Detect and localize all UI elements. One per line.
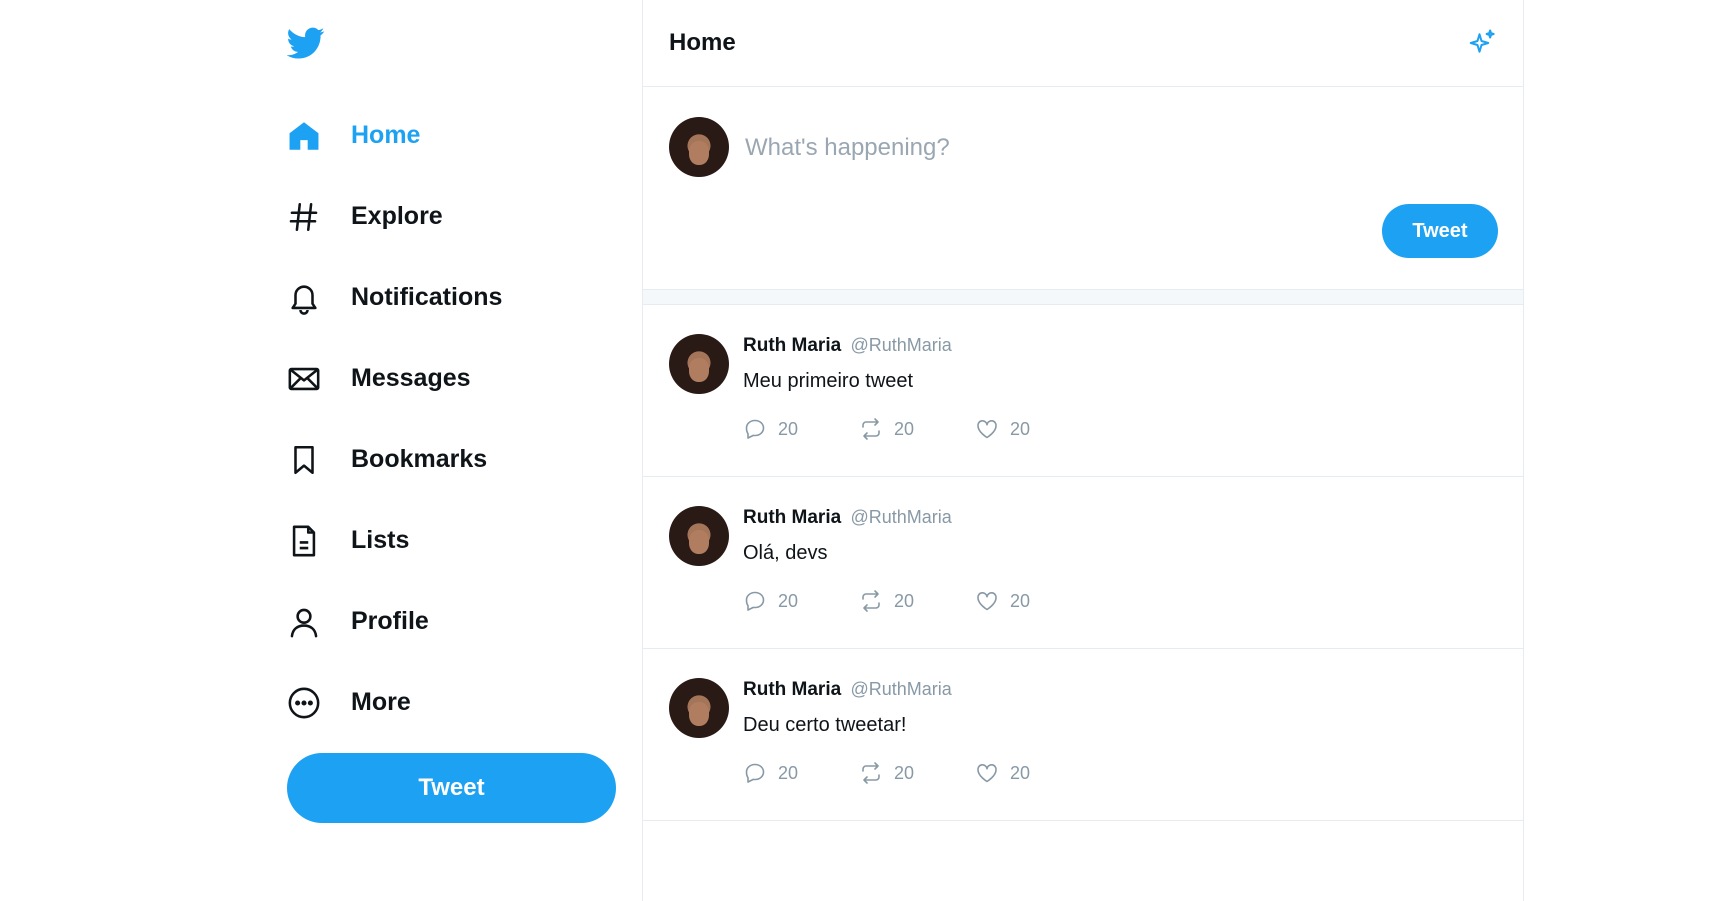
sidebar-item-label: Lists <box>351 526 410 554</box>
retweet-icon <box>862 590 880 612</box>
sidebar-item-label: Messages <box>351 364 471 392</box>
reply-icon <box>745 591 765 611</box>
reply-button[interactable]: 20 <box>743 589 859 613</box>
retweet-button[interactable]: 20 <box>859 589 975 613</box>
avatar[interactable] <box>669 334 729 394</box>
avatar[interactable] <box>669 506 729 566</box>
sidebar-item-label: Bookmarks <box>351 445 488 473</box>
sidebar-item-bookmarks[interactable]: Bookmarks <box>287 419 617 500</box>
reply-icon <box>745 419 765 439</box>
tweet-text: Olá, devs <box>743 542 828 564</box>
tweet-item[interactable]: Ruth Maria @RuthMaria Meu primeiro tweet… <box>643 305 1523 477</box>
reply-icon <box>745 763 765 783</box>
tweet-actions: 20 20 20 <box>743 417 1091 441</box>
reply-button[interactable]: 20 <box>743 761 859 785</box>
reply-count: 20 <box>778 418 799 439</box>
reply-count: 20 <box>778 590 799 611</box>
sidebar-item-label: Home <box>351 121 421 149</box>
sidebar-tweet-button[interactable]: Tweet <box>287 753 616 823</box>
like-button[interactable]: 20 <box>975 417 1091 441</box>
sidebar-item-home[interactable]: Home <box>287 95 617 176</box>
like-count: 20 <box>1010 590 1031 611</box>
page-title: Home <box>669 29 736 56</box>
like-button[interactable]: 20 <box>975 589 1091 613</box>
user-icon <box>287 605 321 639</box>
sidebar-item-notifications[interactable]: Notifications <box>287 257 617 338</box>
like-count: 20 <box>1010 762 1031 783</box>
retweet-button[interactable]: 20 <box>859 417 975 441</box>
retweet-count: 20 <box>894 590 915 611</box>
tweet-author-name[interactable]: Ruth Maria <box>743 507 841 528</box>
sidebar-item-lists[interactable]: Lists <box>287 500 617 581</box>
tweet-list: Ruth Maria @RuthMaria Meu primeiro tweet… <box>643 305 1523 821</box>
section-divider <box>643 289 1523 305</box>
timeline: Home Tweet Ruth Maria @RuthMaria Meu pri… <box>642 0 1524 901</box>
retweet-count: 20 <box>894 418 915 439</box>
tweet-author-handle[interactable]: @RuthMaria <box>850 679 951 699</box>
reply-count: 20 <box>778 762 799 783</box>
heart-icon <box>977 764 997 783</box>
sidebar: Home Explore Notifications Messages Book… <box>286 0 617 901</box>
retweet-icon <box>862 418 880 440</box>
list-document-icon <box>287 524 321 558</box>
main-nav: Home Explore Notifications Messages Book… <box>287 95 617 743</box>
tweet-author-handle[interactable]: @RuthMaria <box>850 507 951 527</box>
hashtag-icon <box>287 200 321 234</box>
tweet-author-name[interactable]: Ruth Maria <box>743 335 841 356</box>
bell-icon <box>287 281 321 315</box>
like-button[interactable]: 20 <box>975 761 1091 785</box>
retweet-icon <box>862 762 880 784</box>
tweet-actions: 20 20 20 <box>743 589 1091 613</box>
home-icon <box>287 119 321 153</box>
sidebar-item-label: Explore <box>351 202 443 230</box>
avatar[interactable] <box>669 117 729 177</box>
tweet-author-name[interactable]: Ruth Maria <box>743 679 841 700</box>
more-circle-icon <box>287 686 321 720</box>
composer-tweet-button[interactable]: Tweet <box>1382 204 1498 258</box>
tweet-composer: Tweet <box>643 87 1523 289</box>
heart-icon <box>977 420 997 439</box>
tweet-item[interactable]: Ruth Maria @RuthMaria Olá, devs 20 20 20 <box>643 477 1523 649</box>
timeline-header: Home <box>643 0 1523 87</box>
bookmark-icon <box>287 443 321 477</box>
like-count: 20 <box>1010 418 1031 439</box>
envelope-icon <box>287 362 321 396</box>
tweet-actions: 20 20 20 <box>743 761 1091 785</box>
avatar[interactable] <box>669 678 729 738</box>
retweet-count: 20 <box>894 762 915 783</box>
tweet-text: Deu certo tweetar! <box>743 714 907 736</box>
heart-icon <box>977 592 997 611</box>
sidebar-item-label: More <box>351 688 411 716</box>
sidebar-item-messages[interactable]: Messages <box>287 338 617 419</box>
sidebar-item-label: Notifications <box>351 283 503 311</box>
sparkle-icon[interactable] <box>1467 28 1497 58</box>
sidebar-item-label: Profile <box>351 607 429 635</box>
tweet-text: Meu primeiro tweet <box>743 370 914 392</box>
tweet-header: Ruth Maria @RuthMaria <box>743 335 952 357</box>
tweet-item[interactable]: Ruth Maria @RuthMaria Deu certo tweetar!… <box>643 649 1523 821</box>
tweet-input[interactable] <box>743 117 1447 179</box>
retweet-button[interactable]: 20 <box>859 761 975 785</box>
sidebar-item-explore[interactable]: Explore <box>287 176 617 257</box>
sidebar-item-profile[interactable]: Profile <box>287 581 617 662</box>
sidebar-item-more[interactable]: More <box>287 662 617 743</box>
tweet-header: Ruth Maria @RuthMaria <box>743 507 952 529</box>
tweet-author-handle[interactable]: @RuthMaria <box>850 335 951 355</box>
tweet-header: Ruth Maria @RuthMaria <box>743 679 952 701</box>
twitter-bird-icon[interactable] <box>286 24 325 62</box>
reply-button[interactable]: 20 <box>743 417 859 441</box>
